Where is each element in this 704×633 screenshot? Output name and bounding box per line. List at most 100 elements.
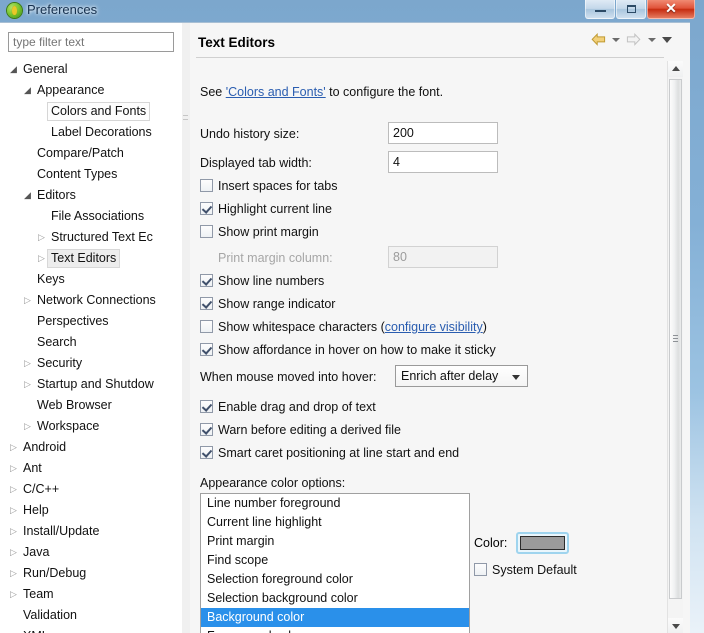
checkbox-enable-drag-and-drop[interactable]: Enable drag and drop of text [200, 400, 376, 414]
tree-item-search[interactable]: Search [0, 332, 182, 353]
filter-input[interactable] [8, 32, 174, 52]
whitespace-paren-close: ) [482, 320, 487, 334]
tree-expander-closed-icon[interactable] [8, 481, 19, 498]
checkbox-highlight-current-line[interactable]: Highlight current line [200, 202, 332, 216]
color-option-item[interactable]: Selection background color [201, 589, 469, 608]
tree-item-label-decorations[interactable]: Label Decorations [0, 122, 182, 143]
checkbox-show-print-margin[interactable]: Show print margin [200, 225, 319, 239]
checkbox-label: Insert spaces for tabs [218, 179, 338, 193]
tree-item-perspectives[interactable]: Perspectives [0, 311, 182, 332]
tree-item-file-associations[interactable]: File Associations [0, 206, 182, 227]
scrollbar-thumb[interactable] [669, 79, 682, 599]
tree-expander-closed-icon[interactable] [8, 565, 19, 582]
color-option-item[interactable]: Background color [201, 608, 469, 627]
tree-item-install-update[interactable]: Install/Update [0, 521, 182, 542]
checkbox-show-line-numbers[interactable]: Show line numbers [200, 274, 324, 288]
tree-expander-closed-icon[interactable] [8, 586, 19, 603]
content-vertical-scrollbar[interactable] [667, 61, 683, 633]
checkbox-box[interactable] [200, 179, 213, 192]
tree-item-team[interactable]: Team [0, 584, 182, 605]
appearance-color-options-list[interactable]: Line number foreground Current line highl… [200, 493, 470, 633]
color-option-item[interactable]: Print margin [201, 532, 469, 551]
colors-and-fonts-link[interactable]: 'Colors and Fonts' [226, 85, 326, 99]
tree-item-keys[interactable]: Keys [0, 269, 182, 290]
tree-expander-closed-icon[interactable] [8, 460, 19, 477]
tree-item-structured-text-ec[interactable]: Structured Text Ec [0, 227, 182, 248]
tree-item-c-c[interactable]: C/C++ [0, 479, 182, 500]
color-option-item[interactable]: Foreground color [201, 627, 469, 633]
tree-item-xml[interactable]: XML [0, 626, 182, 633]
checkbox-box[interactable] [200, 225, 213, 238]
checkbox-show-range-indicator[interactable]: Show range indicator [200, 297, 335, 311]
tree-expander-closed-icon[interactable] [22, 292, 33, 309]
tree-expander-open-icon[interactable] [22, 187, 33, 204]
pane-sash-divider[interactable] [182, 23, 190, 633]
checkbox-show-whitespace-characters[interactable]: Show whitespace characters (configure vi… [200, 320, 487, 334]
checkbox-smart-caret-positioning[interactable]: Smart caret positioning at line start an… [200, 446, 459, 460]
view-menu-chevron-down-icon[interactable] [662, 36, 672, 43]
tree-item-help[interactable]: Help [0, 500, 182, 521]
scroll-down-arrow-icon[interactable] [668, 618, 683, 633]
tree-item-appearance[interactable]: Appearance [0, 80, 182, 101]
tree-item-security[interactable]: Security [0, 353, 182, 374]
tree-item-startup-and-shutdow[interactable]: Startup and Shutdow [0, 374, 182, 395]
tree-item-ant[interactable]: Ant [0, 458, 182, 479]
minimize-button[interactable] [585, 0, 615, 19]
tree-expander-closed-icon[interactable] [8, 439, 19, 456]
tree-item-general[interactable]: General [0, 59, 182, 80]
checkbox-show-affordance-in-hover[interactable]: Show affordance in hover on how to make … [200, 343, 496, 357]
tree-item-run-debug[interactable]: Run/Debug [0, 563, 182, 584]
checkbox-box[interactable] [474, 563, 487, 576]
undo-history-size-input[interactable] [388, 122, 498, 144]
tree-expander-open-icon[interactable] [22, 82, 33, 99]
color-option-item[interactable]: Current line highlight [201, 513, 469, 532]
tree-expander-closed-icon[interactable] [8, 544, 19, 561]
configure-visibility-link[interactable]: configure visibility [385, 320, 483, 334]
preferences-tree[interactable]: General Appearance Colors and Fonts Label D… [0, 59, 182, 633]
checkbox-insert-spaces-for-tabs[interactable]: Insert spaces for tabs [200, 179, 338, 193]
tree-item-workspace[interactable]: Workspace [0, 416, 182, 437]
tree-expander-closed-icon[interactable] [22, 418, 33, 435]
checkbox-box[interactable] [200, 400, 213, 413]
tree-item-editors[interactable]: Editors [0, 185, 182, 206]
forward-history-chevron-down-icon[interactable] [647, 37, 656, 42]
back-history-chevron-down-icon[interactable] [611, 37, 620, 42]
displayed-tab-width-input[interactable] [388, 151, 498, 173]
checkbox-box[interactable] [200, 202, 213, 215]
tree-expander-closed-icon[interactable] [8, 523, 19, 540]
tree-expander-closed-icon[interactable] [22, 376, 33, 393]
tree-item-compare-patch[interactable]: Compare/Patch [0, 143, 182, 164]
tree-item-network-connections[interactable]: Network Connections [0, 290, 182, 311]
tree-item-validation[interactable]: Validation [0, 605, 182, 626]
checkbox-system-default[interactable]: System Default [474, 563, 577, 577]
tree-item-java[interactable]: Java [0, 542, 182, 563]
maximize-button[interactable] [616, 0, 646, 19]
tree-item-colors-and-fonts[interactable]: Colors and Fonts [0, 101, 182, 122]
checkbox-box[interactable] [200, 446, 213, 459]
tree-expander-closed-icon[interactable] [8, 628, 19, 633]
tree-item-content-types[interactable]: Content Types [0, 164, 182, 185]
color-option-item[interactable]: Selection foreground color [201, 570, 469, 589]
color-option-item[interactable]: Find scope [201, 551, 469, 570]
tree-item-web-browser[interactable]: Web Browser [0, 395, 182, 416]
print-margin-column-input[interactable] [388, 246, 498, 268]
tree-expander-closed-icon[interactable] [22, 355, 33, 372]
tree-expander-closed-icon[interactable] [36, 229, 47, 246]
checkbox-box[interactable] [200, 423, 213, 436]
checkbox-box[interactable] [200, 343, 213, 356]
checkbox-box[interactable] [200, 297, 213, 310]
scroll-up-arrow-icon[interactable] [668, 61, 683, 77]
checkbox-warn-before-editing-derived[interactable]: Warn before editing a derived file [200, 423, 401, 437]
tree-expander-open-icon[interactable] [8, 61, 19, 78]
tree-item-android[interactable]: Android [0, 437, 182, 458]
tree-item-text-editors[interactable]: Text Editors [0, 248, 182, 269]
tree-expander-closed-icon[interactable] [8, 502, 19, 519]
color-option-item[interactable]: Line number foreground [201, 494, 469, 513]
close-button[interactable]: ✕ [647, 0, 695, 19]
back-arrow-icon[interactable] [591, 33, 606, 47]
tree-expander-closed-icon[interactable] [36, 250, 47, 267]
color-picker-button[interactable] [516, 532, 569, 554]
checkbox-box[interactable] [200, 274, 213, 287]
hover-behavior-combo[interactable]: Enrich after delay [395, 365, 528, 387]
checkbox-box[interactable] [200, 320, 213, 333]
